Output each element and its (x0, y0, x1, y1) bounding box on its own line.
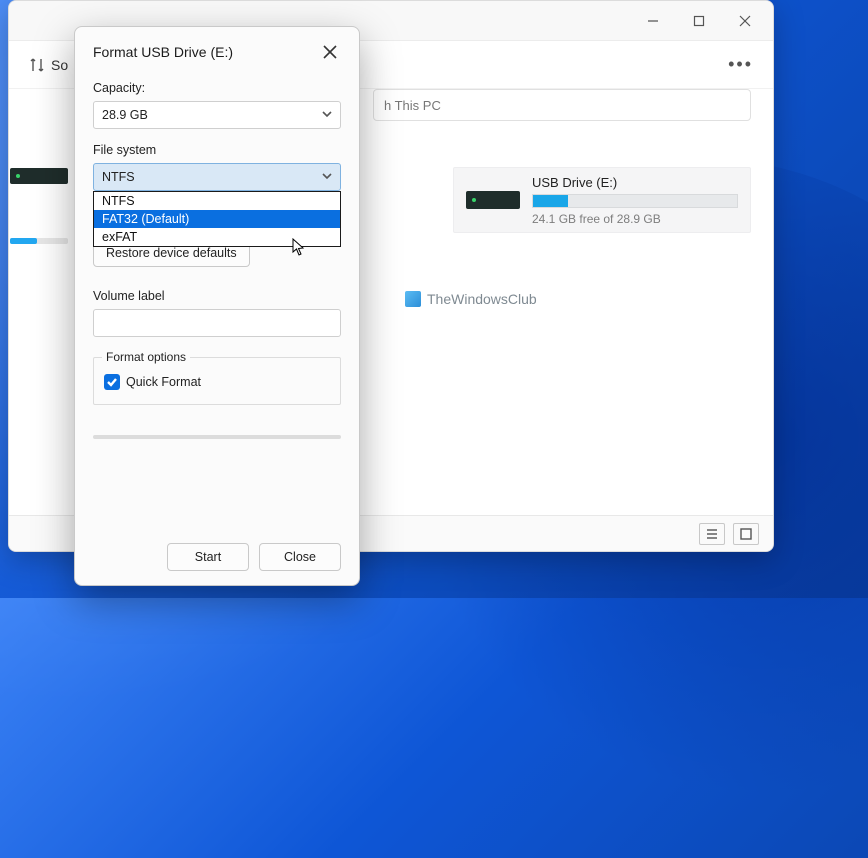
volume-label-input[interactable] (93, 309, 341, 337)
minimize-button[interactable] (631, 6, 675, 36)
watermark-icon (405, 291, 421, 307)
drive-free-text: 24.1 GB free of 28.9 GB (532, 212, 738, 226)
filesystem-combobox[interactable]: NTFS NTFS FAT32 (Default) exFAT (93, 163, 341, 191)
sort-button[interactable]: So (29, 57, 68, 73)
maximize-button[interactable] (677, 6, 721, 36)
details-view-button[interactable] (699, 523, 725, 545)
format-options-legend: Format options (102, 350, 190, 364)
chevron-down-icon (322, 170, 332, 184)
drive-stub-2[interactable] (9, 237, 67, 265)
format-dialog: Format USB Drive (E:) Capacity: 28.9 GB … (74, 26, 360, 586)
filesystem-value: NTFS (102, 170, 135, 184)
filesystem-option-ntfs[interactable]: NTFS (94, 192, 340, 210)
format-progress-bar (93, 435, 341, 439)
drive-stub-1[interactable] (9, 167, 67, 195)
search-this-pc-input[interactable]: h This PC (373, 89, 751, 121)
close-window-button[interactable] (723, 6, 767, 36)
capacity-value: 28.9 GB (102, 108, 148, 122)
ssd-icon (466, 191, 520, 209)
filesystem-dropdown: NTFS FAT32 (Default) exFAT (93, 191, 341, 247)
search-placeholder: h This PC (384, 98, 441, 113)
dialog-close-button[interactable] (319, 41, 341, 63)
cursor-icon (292, 238, 306, 256)
watermark: TheWindowsClub (405, 291, 537, 307)
volume-label-label: Volume label (93, 289, 341, 303)
large-icons-view-button[interactable] (733, 523, 759, 545)
quick-format-label: Quick Format (126, 375, 201, 389)
filesystem-label: File system (93, 143, 341, 157)
capacity-label: Capacity: (93, 81, 341, 95)
usb-drive-card[interactable]: USB Drive (E:) 24.1 GB free of 28.9 GB (453, 167, 751, 233)
ssd-icon (10, 168, 68, 184)
left-drive-stubs (9, 167, 71, 265)
dialog-title: Format USB Drive (E:) (93, 44, 233, 60)
filesystem-option-fat32[interactable]: FAT32 (Default) (94, 210, 340, 228)
drive-capacity-bar (532, 194, 738, 208)
start-button[interactable]: Start (167, 543, 249, 571)
close-button[interactable]: Close (259, 543, 341, 571)
format-options-fieldset: Format options Quick Format (93, 357, 341, 405)
more-options-button[interactable]: ••• (728, 54, 753, 75)
chevron-down-icon (322, 108, 332, 122)
drive-name: USB Drive (E:) (532, 175, 738, 190)
capacity-combobox[interactable]: 28.9 GB (93, 101, 341, 129)
watermark-text: TheWindowsClub (427, 291, 537, 307)
quick-format-checkbox[interactable] (104, 374, 120, 390)
sort-label: So (51, 57, 68, 73)
